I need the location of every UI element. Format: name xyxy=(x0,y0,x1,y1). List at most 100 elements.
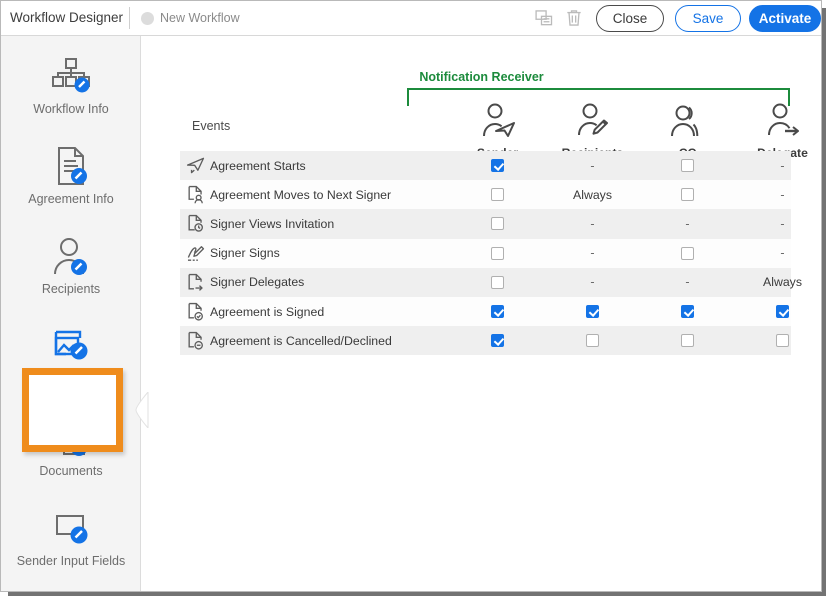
table-row: Signer Signs - - xyxy=(180,239,791,268)
checkbox-sender[interactable] xyxy=(491,305,504,318)
checkbox-sender[interactable] xyxy=(491,217,504,230)
cell-sender xyxy=(450,305,545,318)
checkbox-sender[interactable] xyxy=(491,188,504,201)
person-cc-icon xyxy=(640,101,735,143)
not-applicable-dash: - xyxy=(780,217,784,231)
sidebar-item-recipients[interactable]: Recipients xyxy=(1,234,141,312)
top-bar: Workflow Designer New Workflow Close Sav… xyxy=(1,1,821,36)
signature-pen-icon xyxy=(180,244,210,263)
cell-recipients: Always xyxy=(545,188,640,202)
cell-cc xyxy=(640,188,735,201)
event-label: Signer Views Invitation xyxy=(210,217,450,231)
always-label: Always xyxy=(573,188,612,202)
not-applicable-dash: - xyxy=(780,246,784,260)
sidebar-item-label: Recipients xyxy=(1,282,141,296)
sidebar-item-label: Agreement Info xyxy=(1,192,141,206)
doc-person-icon xyxy=(180,185,210,204)
not-applicable-dash: - xyxy=(685,217,689,231)
activate-button[interactable]: Activate xyxy=(749,5,821,32)
events-column-header: Events xyxy=(192,119,230,133)
agreement-info-icon xyxy=(1,144,141,190)
doc-arrow-icon xyxy=(180,273,210,292)
sidebar-item-workflow-info[interactable]: Workflow Info xyxy=(1,54,141,132)
sidebar-item-label: Documents xyxy=(1,464,141,478)
checkbox-delegate[interactable] xyxy=(776,305,789,318)
checkbox-delegate[interactable] xyxy=(776,334,789,347)
checkbox-cc[interactable] xyxy=(681,334,694,347)
event-label: Signer Signs xyxy=(210,246,450,260)
cell-sender xyxy=(450,159,545,172)
person-send-icon xyxy=(450,101,545,143)
cell-cc xyxy=(640,334,735,347)
not-applicable-dash: - xyxy=(590,275,594,289)
not-applicable-dash: - xyxy=(590,217,594,231)
not-applicable-dash: - xyxy=(685,275,689,289)
cell-recipients: - xyxy=(545,217,640,231)
checkbox-cc[interactable] xyxy=(681,188,694,201)
cell-cc xyxy=(640,247,735,260)
cell-cc: - xyxy=(640,275,735,289)
trash-icon[interactable] xyxy=(564,8,584,28)
page-title: Workflow Designer xyxy=(10,10,123,25)
main-panel: Notification Receiver Events Sende xyxy=(142,36,821,591)
checkbox-sender[interactable] xyxy=(491,276,504,289)
close-button[interactable]: Close xyxy=(596,5,664,32)
chevron-left-icon[interactable] xyxy=(135,392,149,428)
checkbox-cc[interactable] xyxy=(681,247,694,260)
doc-minus-icon xyxy=(180,331,210,350)
always-label: Always xyxy=(763,275,802,289)
sidebar: Workflow Info Agreement Info xyxy=(1,36,141,591)
cell-sender xyxy=(450,188,545,201)
cell-delegate: - xyxy=(735,159,830,173)
cell-delegate: - xyxy=(735,188,830,202)
table-row: Agreement is Cancelled/Declined xyxy=(180,326,791,355)
cell-cc: - xyxy=(640,217,735,231)
checkbox-sender[interactable] xyxy=(491,334,504,347)
copy-icon[interactable] xyxy=(534,8,554,28)
cell-recipients: - xyxy=(545,275,640,289)
event-label: Agreement Starts xyxy=(210,159,450,173)
sidebar-item-label: Sender Input Fields xyxy=(1,554,141,568)
not-applicable-dash: - xyxy=(780,159,784,173)
emails-icon xyxy=(1,324,141,370)
table-row: Agreement is Signed xyxy=(180,297,791,326)
sidebar-item-sender-input-fields[interactable]: Sender Input Fields xyxy=(1,506,141,584)
checkbox-sender[interactable] xyxy=(491,247,504,260)
save-button[interactable]: Save xyxy=(675,5,741,32)
cell-sender xyxy=(450,217,545,230)
cell-delegate: - xyxy=(735,217,830,231)
event-label: Agreement Moves to Next Signer xyxy=(210,188,450,202)
sender-input-fields-icon xyxy=(1,506,141,552)
person-sign-icon xyxy=(545,101,640,143)
sidebar-item-agreement-info[interactable]: Agreement Info xyxy=(1,144,141,222)
sidebar-item-label: Workflow Info xyxy=(1,102,141,116)
checkbox-cc[interactable] xyxy=(681,159,694,172)
window-body: Workflow Info Agreement Info xyxy=(1,36,821,591)
checkbox-cc[interactable] xyxy=(681,305,694,318)
table-body: Agreement Starts--Agreement Moves to Nex… xyxy=(180,151,791,355)
workflow-info-icon xyxy=(1,54,141,100)
checkbox-sender[interactable] xyxy=(491,159,504,172)
cell-delegate: Always xyxy=(735,275,830,289)
doc-check-icon xyxy=(180,302,210,321)
title-divider xyxy=(129,7,130,29)
table-row: Signer Delegates--Always xyxy=(180,268,791,297)
not-applicable-dash: - xyxy=(590,159,594,173)
person-delegate-icon xyxy=(735,101,830,143)
not-applicable-dash: - xyxy=(780,188,784,202)
emails-highlight-box xyxy=(22,368,123,452)
events-table: Events Sender xyxy=(180,36,791,355)
table-header: Events Sender xyxy=(180,36,791,151)
cell-recipients: - xyxy=(545,159,640,173)
event-label: Agreement is Signed xyxy=(210,305,450,319)
checkbox-recipients[interactable] xyxy=(586,305,599,318)
table-row: Signer Views Invitation - - - xyxy=(180,209,791,238)
cell-delegate xyxy=(735,305,830,318)
not-applicable-dash: - xyxy=(590,246,594,260)
cell-sender xyxy=(450,334,545,347)
cell-recipients xyxy=(545,305,640,318)
checkbox-recipients[interactable] xyxy=(586,334,599,347)
cell-recipients xyxy=(545,334,640,347)
table-row: Agreement Moves to Next Signer Always - xyxy=(180,180,791,209)
cell-cc xyxy=(640,305,735,318)
